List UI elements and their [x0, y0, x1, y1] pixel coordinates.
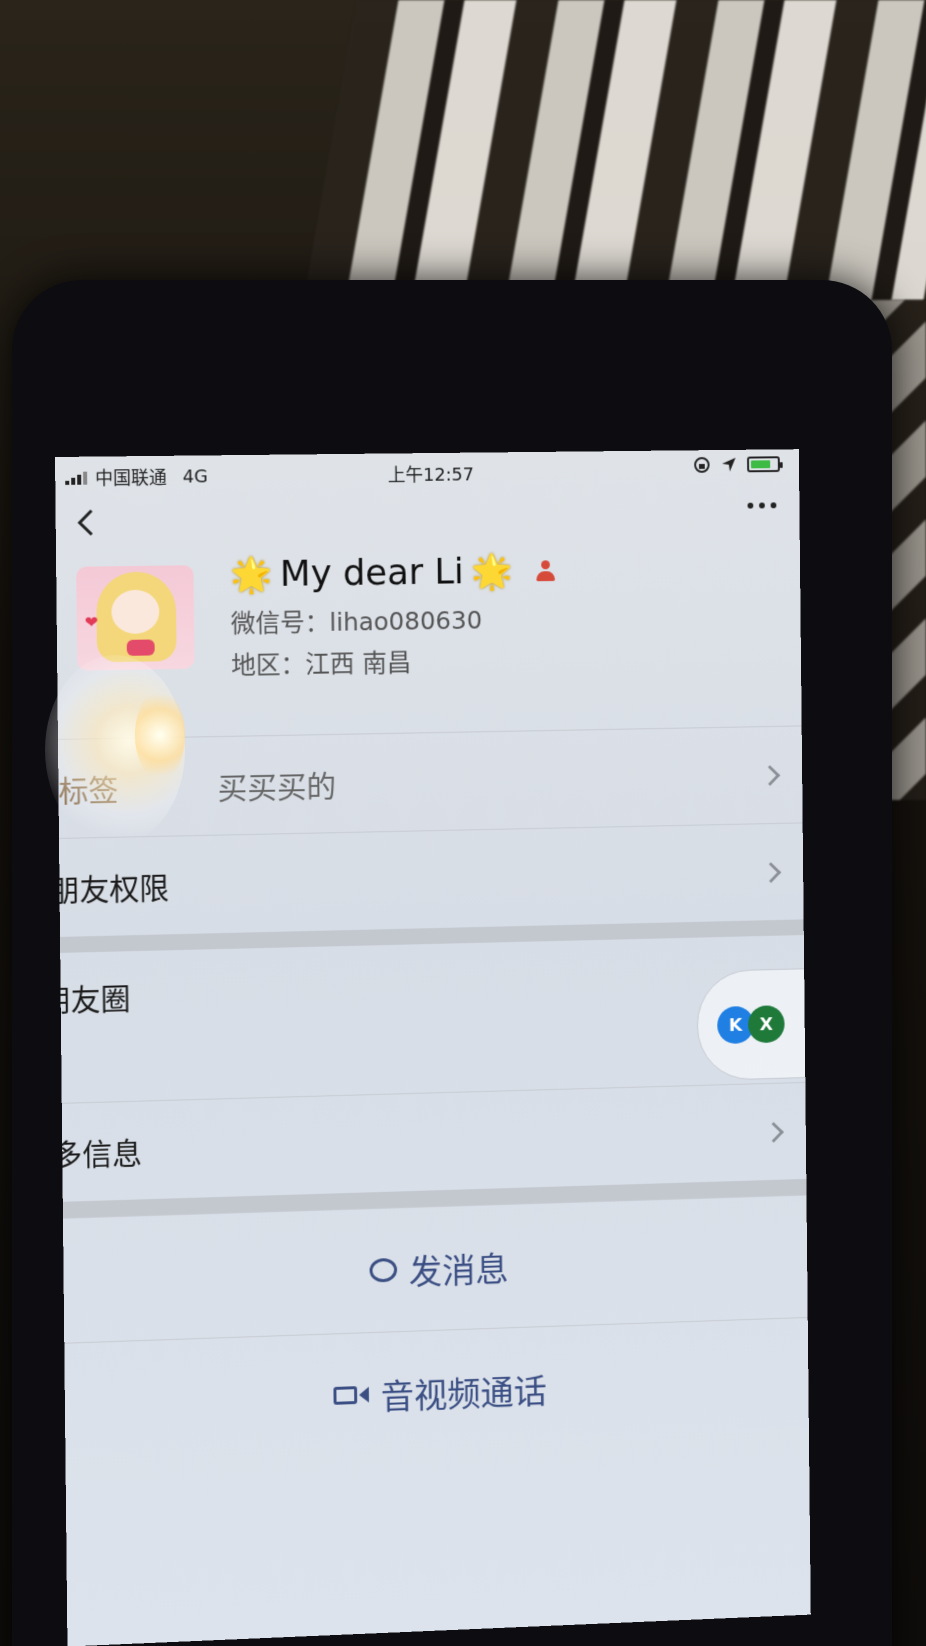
contact-name: My dear Li — [279, 551, 464, 595]
star-icon: 🌟 — [471, 551, 514, 592]
region: 江西 南昌 — [305, 648, 412, 679]
region-line: 地区：江西 南昌 — [231, 643, 412, 682]
heart-icon: ❤ — [84, 612, 99, 632]
ellipsis-icon — [759, 502, 765, 509]
av-call-button[interactable]: 音视频通话 — [64, 1316, 809, 1468]
phone-screen: 中国联通 4G 上午12:57 ❤ 🌟 My dear Li 🌟 微信号：lih… — [55, 449, 811, 1646]
moments-row[interactable]: 朋友圈 — [55, 935, 805, 1103]
tags-value: 买买买的 — [217, 769, 337, 807]
chevron-left-icon — [77, 510, 93, 537]
ellipsis-icon — [770, 502, 777, 509]
avatar[interactable]: ❤ — [76, 565, 195, 671]
background-fabric — [303, 0, 926, 300]
contact-name-row: 🌟 My dear Li 🌟 — [230, 550, 556, 595]
wechat-id-line: 微信号：lihao080630 — [231, 601, 483, 640]
chat-bubble-icon — [369, 1257, 398, 1283]
send-message-label: 发消息 — [408, 1249, 509, 1293]
status-right — [693, 455, 780, 474]
chevron-right-icon — [760, 861, 782, 883]
ellipsis-icon — [747, 502, 754, 509]
floating-action-pill: K X — [696, 968, 811, 1082]
moments-label: 朋友圈 — [55, 982, 131, 1020]
tags-label: 标签 — [58, 773, 119, 810]
friend-permissions-label: 朋友权限 — [55, 871, 170, 910]
wechat-id: lihao080630 — [329, 605, 483, 637]
floating-app-label: K — [728, 1014, 743, 1036]
chevron-right-icon — [759, 764, 781, 786]
friend-permissions-row[interactable]: 朋友权限 — [55, 822, 804, 937]
contact-settings-list: 标签 买买买的 朋友权限 朋友圈 更多信息 发消息 音视频通话 — [55, 725, 809, 1468]
star-icon: 🌟 — [230, 554, 273, 595]
photo-scene: 中国联通 4G 上午12:57 ❤ 🌟 My dear Li 🌟 微信号：lih… — [0, 0, 926, 1646]
floating-close-button[interactable]: X — [747, 1005, 785, 1044]
orientation-lock-icon — [693, 456, 711, 474]
person-icon — [534, 559, 556, 582]
region-label: 地区： — [231, 650, 306, 681]
profile-header: ❤ 🌟 My dear Li 🌟 微信号：lihao080630 地区：江西 南… — [56, 547, 801, 727]
more-button[interactable] — [747, 502, 777, 509]
floating-close-label: X — [759, 1013, 774, 1035]
back-button[interactable] — [67, 502, 107, 542]
nav-bar — [55, 484, 799, 557]
chevron-right-icon — [763, 1121, 784, 1143]
more-info-label: 更多信息 — [55, 1136, 143, 1176]
battery-icon — [747, 456, 780, 473]
wechat-id-label: 微信号： — [230, 607, 330, 639]
location-icon — [722, 457, 736, 472]
video-camera-icon — [333, 1386, 369, 1405]
tags-row[interactable]: 标签 买买买的 — [57, 725, 803, 838]
av-call-label: 音视频通话 — [380, 1371, 547, 1418]
